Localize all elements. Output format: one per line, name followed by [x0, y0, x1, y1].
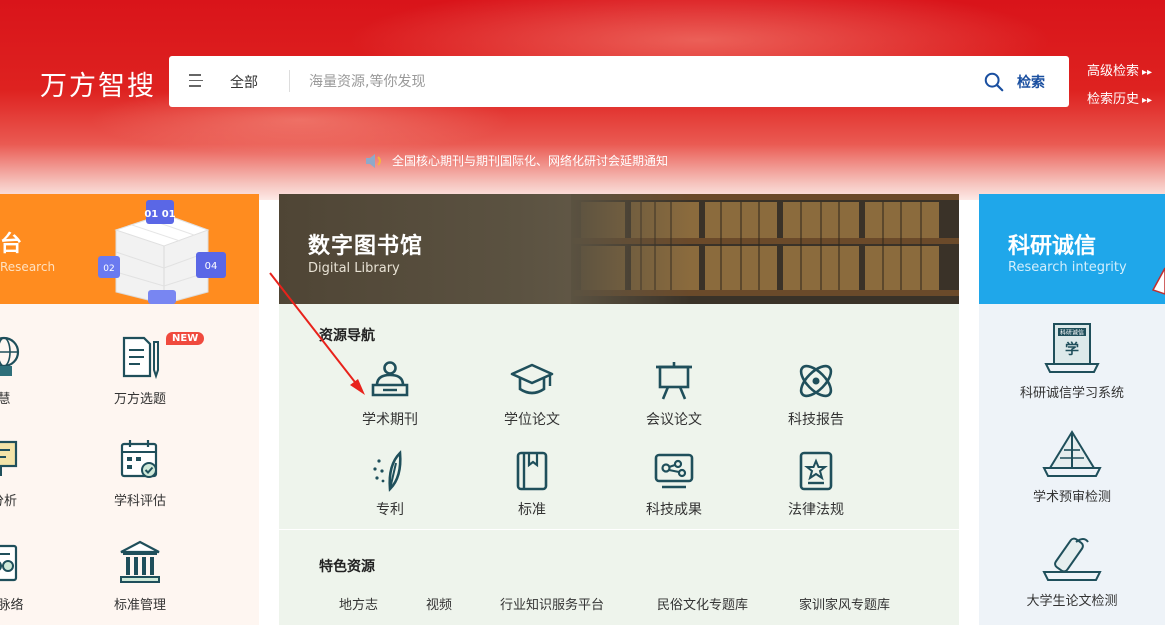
research-platform-header[interactable]: 台 Research 01 01 02 04: [0, 194, 259, 304]
digital-library-header[interactable]: 数字图书馆 Digital Library: [279, 194, 959, 304]
tool-label: 识脉络: [0, 598, 24, 613]
resource-label: 科技报告: [788, 412, 844, 428]
advanced-search-link[interactable]: 高级检索 ▸▸: [1087, 60, 1152, 79]
digital-library-panel: 数字图书馆 Digital Library 资源导航 学术期刊 学位论文 会议论…: [279, 194, 959, 625]
tool-label: 学科评估: [113, 494, 166, 509]
panel-subtitle: Research: [0, 260, 56, 274]
network-icon: [0, 544, 18, 582]
diploma-scroll-icon: [1042, 537, 1102, 581]
search-button-label: 检索: [1017, 75, 1045, 91]
reader-icon: [371, 361, 409, 397]
search-history-label: 检索历史: [1087, 92, 1140, 107]
double-chevron-right-icon: ▸▸: [1142, 95, 1153, 106]
feature-link-local-chronicles[interactable]: 地方志: [339, 594, 378, 613]
speaker-icon: [366, 153, 381, 168]
bookshelf-image: [571, 194, 959, 304]
header-side-links: 高级检索 ▸▸ 检索历史 ▸▸: [1087, 60, 1152, 116]
monitor-nodes-icon: [654, 453, 694, 489]
resource-label: 科技成果: [646, 502, 702, 518]
research-integrity-header[interactable]: 科研诚信 Research integrity: [979, 194, 1165, 304]
tool-item-knowledge-context[interactable]: 识脉络: [0, 536, 34, 613]
feature-link-family-tradition[interactable]: 家训家风专题库: [799, 594, 890, 613]
tool-label: 分析: [0, 494, 17, 509]
divider: [289, 70, 290, 92]
feature-link-folk-culture[interactable]: 民俗文化专题库: [657, 594, 748, 613]
feature-link-industry-platform[interactable]: 行业知识服务平台: [500, 594, 604, 613]
feature-resources-title: 特色资源: [319, 559, 375, 575]
atom-icon: [799, 364, 833, 398]
panel-title: 数字图书馆: [308, 234, 424, 259]
advanced-search-label: 高级检索: [1087, 64, 1140, 79]
search-history-link[interactable]: 检索历史 ▸▸: [1087, 88, 1152, 107]
tool-item-discipline-eval[interactable]: 学科评估: [100, 432, 180, 509]
research-platform-panel: 台 Research 01 01 02 04 慧 万方选题 NEW 析 学科评估…: [0, 194, 259, 625]
resource-label: 学术期刊: [362, 412, 418, 428]
resource-laws[interactable]: 法律法规: [771, 449, 861, 519]
book-bookmark-icon: [516, 451, 548, 491]
notice-text: 全国核心期刊与期刊国际化、网络化研讨会延期通知: [392, 154, 669, 168]
tool-label: 标准管理: [113, 598, 166, 613]
search-button[interactable]: 检索: [983, 68, 1045, 96]
integrity-item-label: 学术预审检测: [1032, 490, 1111, 505]
book-cover-text: 科研诚信: [1060, 329, 1084, 337]
student-thesis-check[interactable]: 大学生论文检测: [979, 532, 1165, 609]
resource-tech-achievements[interactable]: 科技成果: [629, 449, 719, 519]
globe-icon: [0, 336, 20, 376]
panel-subtitle: Research integrity: [1008, 260, 1127, 275]
resource-nav-title: 资源导航: [319, 328, 375, 344]
search-bar: 全部 检索: [169, 56, 1069, 107]
feature-link-video[interactable]: 视频: [426, 594, 452, 613]
svg-text:04: 04: [205, 261, 218, 272]
resource-patents[interactable]: 专利: [345, 449, 435, 519]
resource-label: 会议论文: [646, 412, 702, 428]
resource-tech-reports[interactable]: 科技报告: [771, 359, 861, 429]
panel-title: 科研诚信: [1008, 234, 1097, 259]
hero-banner: 万方智搜 全部 检索 高级检索▸▸ 检索历史▸▸ 全国核心期刊与期刊国际化、网络…: [0, 0, 1165, 200]
resource-dissertations[interactable]: 学位论文: [487, 359, 577, 429]
book-corner-icon: [1151, 267, 1165, 295]
search-scope-select[interactable]: 全部: [230, 72, 258, 92]
svg-text:02: 02: [103, 264, 114, 274]
academic-precheck[interactable]: 学术预审检测: [979, 428, 1165, 505]
tool-item-wisdom[interactable]: 慧: [0, 330, 34, 407]
resource-label: 学位论文: [504, 412, 560, 428]
integrity-item-label: 大学生论文检测: [1026, 594, 1118, 609]
panel-title: 台: [0, 232, 23, 257]
tool-label: 慧: [0, 392, 11, 407]
integrity-item-label: 科研诚信学习系统: [1019, 386, 1124, 401]
research-integrity-panel: 科研诚信 Research integrity 科研诚信 学 科研诚信学习系统 …: [979, 194, 1165, 625]
panel-subtitle: Digital Library: [308, 261, 400, 276]
resource-academic-journals[interactable]: 学术期刊: [345, 359, 435, 429]
integrity-learning-system[interactable]: 科研诚信 学 科研诚信学习系统: [979, 322, 1165, 401]
resource-standards[interactable]: 标准: [487, 449, 577, 519]
menu-icon[interactable]: [189, 74, 205, 88]
search-input[interactable]: [309, 68, 969, 96]
resource-label: 专利: [376, 502, 404, 518]
book-cover-char: 学: [1065, 341, 1079, 358]
section-divider: [279, 529, 959, 530]
resource-label: 法律法规: [788, 502, 844, 518]
data-cube-icon: 01 01 02 04: [98, 200, 226, 304]
graduation-cap-icon: [510, 363, 554, 395]
new-badge: NEW: [166, 332, 205, 345]
resource-conference-papers[interactable]: 会议论文: [629, 359, 719, 429]
easel-icon: [656, 362, 692, 400]
tool-item-analysis[interactable]: 分析: [0, 432, 34, 509]
svg-text:01 01: 01 01: [144, 209, 175, 220]
double-chevron-right-icon: ▸▸: [1142, 67, 1153, 78]
magic-pen-icon: [373, 450, 402, 492]
document-pen-icon: [122, 336, 159, 380]
integrity-book-icon: 科研诚信 学: [1044, 323, 1100, 373]
resource-label: 标准: [518, 502, 546, 518]
tool-item-standard-mgmt[interactable]: 标准管理: [100, 536, 180, 613]
presentation-board-icon: [0, 440, 18, 476]
star-document-icon: [799, 451, 833, 491]
site-logo[interactable]: 万方智搜: [40, 64, 156, 103]
calendar-check-icon: [120, 440, 158, 478]
building-icon: [120, 540, 160, 583]
notice-bar[interactable]: 全国核心期刊与期刊国际化、网络化研讨会延期通知: [364, 152, 668, 169]
search-icon: [984, 72, 1004, 92]
open-book-icon: [1042, 430, 1102, 477]
tool-label: 万方选题: [113, 392, 166, 407]
